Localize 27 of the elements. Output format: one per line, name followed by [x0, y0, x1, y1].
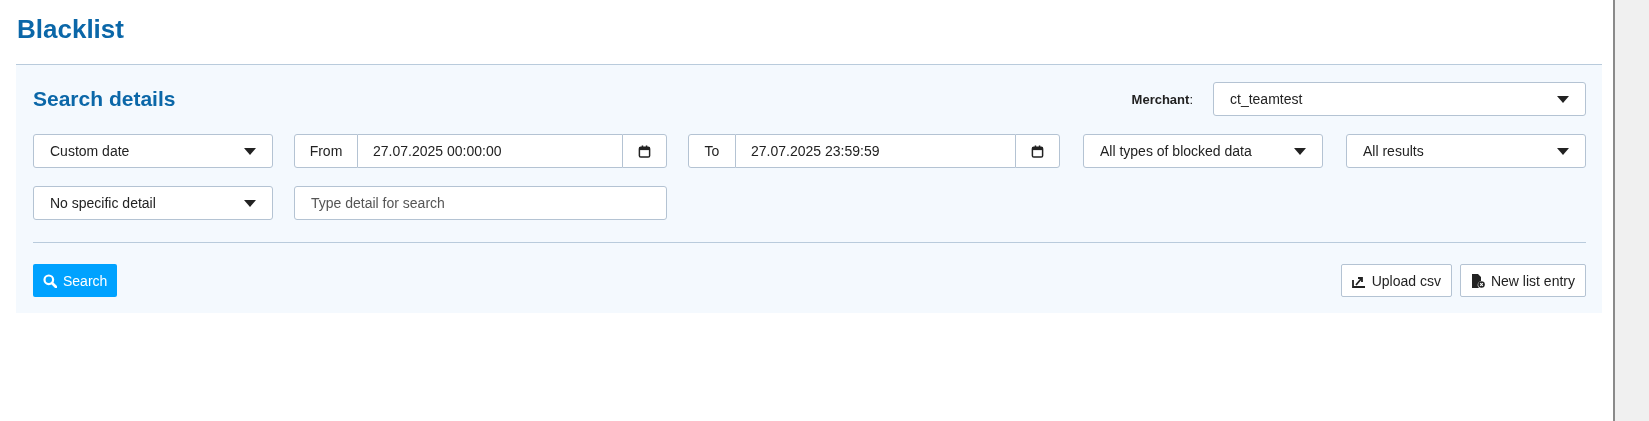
- search-icon: [43, 273, 57, 288]
- calendar-button[interactable]: [1015, 134, 1060, 168]
- calendar-button[interactable]: [622, 134, 667, 168]
- detail-input[interactable]: Type detail for search: [294, 186, 667, 220]
- caret-icon: [1557, 147, 1569, 155]
- results-select[interactable]: All results: [1346, 134, 1586, 168]
- merchant-select[interactable]: ct_teamtest: [1213, 82, 1586, 116]
- scrollbar[interactable]: [1613, 0, 1649, 421]
- date-field[interactable]: 27.07.2025 00:00:00: [358, 134, 622, 168]
- panel-title: Search details: [33, 87, 176, 111]
- caret-icon: [244, 147, 256, 155]
- data-type-select[interactable]: All types of blocked data: [1083, 134, 1323, 168]
- caret-icon: [1557, 95, 1569, 103]
- date-range-select[interactable]: Custom date: [33, 134, 273, 168]
- date-label: To: [688, 134, 736, 168]
- merchant-label: Merchant:: [1131, 91, 1193, 107]
- calendar-icon: [638, 144, 651, 158]
- caret-icon: [244, 199, 256, 207]
- new-entry-button[interactable]: New list entry: [1459, 264, 1586, 297]
- calendar-icon: [1031, 144, 1044, 158]
- caret-icon: [1294, 147, 1306, 155]
- detail-select[interactable]: No specific detail: [33, 186, 273, 220]
- upload-button[interactable]: Upload csv: [1340, 264, 1452, 297]
- date-field[interactable]: 27.07.2025 23:59:59: [736, 134, 1015, 168]
- page-title: Blacklist: [17, 14, 125, 44]
- file-icon: [1470, 273, 1485, 288]
- date-label: From: [294, 134, 358, 168]
